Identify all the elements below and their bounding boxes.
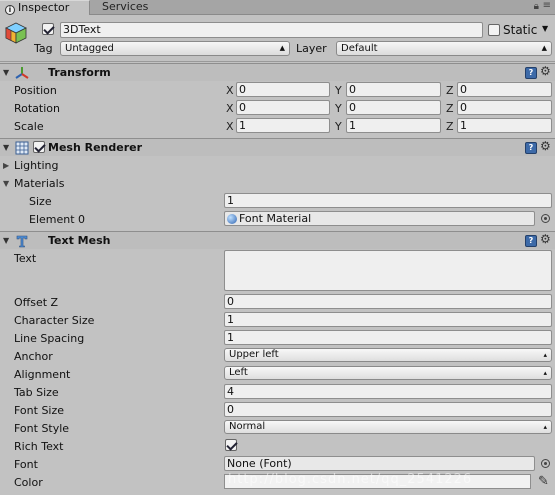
scale-z-field[interactable]: 1 [457, 118, 552, 133]
tag-label: Tag [34, 42, 53, 55]
tab-bar: i Inspector Services 🔒︎ ≡ [0, 0, 555, 15]
rotation-y-field[interactable]: 0 [346, 100, 441, 115]
help-icon[interactable]: ? [525, 142, 537, 154]
fold-arrow-icon[interactable]: ▼ [3, 236, 9, 245]
anchor-label: Anchor [14, 350, 53, 363]
chevron-down-icon: ▲ [279, 44, 285, 52]
mesh-renderer-icon [15, 141, 29, 155]
alignment-label: Alignment [14, 368, 71, 381]
lighting-foldout[interactable]: Lighting [14, 159, 58, 172]
character-size-field[interactable]: 1 [224, 312, 552, 327]
mesh-renderer-enabled-checkbox[interactable] [33, 141, 45, 153]
lock-icon[interactable]: 🔒︎ [534, 1, 539, 12]
layer-label: Layer [296, 42, 327, 55]
materials-size-field[interactable]: 1 [224, 193, 552, 208]
axis-x-label: X [226, 120, 234, 133]
collapse-arrow-icon[interactable]: ▼ [3, 179, 9, 188]
rich-text-checkbox[interactable] [225, 439, 237, 451]
anchor-dropdown[interactable]: Upper left ▴ [224, 348, 552, 362]
mesh-renderer-title: Mesh Renderer [48, 141, 143, 154]
tag-dropdown[interactable]: Untagged ▲ [60, 41, 290, 56]
text-mesh-icon [16, 235, 28, 248]
tab-inspector[interactable]: i Inspector [0, 0, 90, 15]
offset-z-label: Offset Z [14, 296, 59, 309]
eyedropper-icon[interactable]: ✎ [538, 474, 549, 489]
axis-z-label: Z [446, 102, 454, 115]
rotation-label: Rotation [14, 102, 61, 115]
gear-icon[interactable]: ⚙ [540, 64, 551, 78]
text-mesh-title: Text Mesh [48, 234, 111, 247]
axis-x-label: X [226, 102, 234, 115]
axis-z-label: Z [446, 120, 454, 133]
gameobject-name-input[interactable]: 3DText [60, 22, 483, 38]
font-label: Font [14, 458, 38, 471]
text-area[interactable] [224, 250, 552, 291]
color-label: Color [14, 476, 43, 489]
materials-size-label: Size [29, 195, 52, 208]
axis-x-label: X [226, 84, 234, 97]
gameobject-header: 3DText Static ▼ Tag Untagged ▲ Layer Defa… [0, 16, 555, 62]
transform-title: Transform [48, 66, 111, 79]
mesh-renderer-header[interactable]: ▼ Mesh Renderer ? ⚙ [0, 138, 555, 156]
axis-y-label: Y [335, 120, 342, 133]
line-spacing-label: Line Spacing [14, 332, 85, 345]
tab-size-label: Tab Size [14, 386, 59, 399]
static-label: Static [503, 23, 538, 37]
fold-arrow-icon[interactable]: ▼ [3, 68, 9, 77]
gameobject-cube-icon [5, 22, 27, 44]
info-icon: i [5, 5, 15, 15]
gear-icon[interactable]: ⚙ [540, 139, 551, 153]
line-spacing-field[interactable]: 1 [224, 330, 552, 345]
gear-icon[interactable]: ⚙ [540, 232, 551, 246]
fold-arrow-icon[interactable]: ▼ [3, 143, 9, 152]
scale-label: Scale [14, 120, 44, 133]
font-size-field[interactable]: 0 [224, 402, 552, 417]
text-mesh-header[interactable]: ▼ Text Mesh ? ⚙ [0, 231, 555, 249]
position-x-field[interactable]: 0 [236, 82, 330, 97]
font-style-dropdown[interactable]: Normal ▴ [224, 420, 552, 434]
transform-icon [15, 67, 29, 79]
object-picker-icon[interactable] [541, 214, 550, 223]
help-icon[interactable]: ? [525, 235, 537, 247]
active-checkbox[interactable] [42, 23, 54, 35]
element0-label: Element 0 [29, 213, 86, 226]
alignment-dropdown[interactable]: Left ▴ [224, 366, 552, 380]
position-y-field[interactable]: 0 [346, 82, 441, 97]
tab-services[interactable]: Services [97, 0, 156, 15]
offset-z-field[interactable]: 0 [224, 294, 552, 309]
font-style-label: Font Style [14, 422, 70, 435]
updown-arrow-icon: ▴ [543, 423, 547, 431]
material-icon [227, 214, 237, 224]
materials-foldout[interactable]: Materials [14, 177, 64, 190]
scale-y-field[interactable]: 1 [346, 118, 441, 133]
expand-arrow-icon[interactable]: ▶ [3, 161, 9, 170]
static-checkbox[interactable] [488, 24, 500, 36]
scale-x-field[interactable]: 1 [236, 118, 330, 133]
rotation-z-field[interactable]: 0 [457, 100, 552, 115]
chevron-down-icon: ▲ [541, 44, 547, 52]
rotation-x-field[interactable]: 0 [236, 100, 330, 115]
updown-arrow-icon: ▴ [543, 351, 547, 359]
tab-size-field[interactable]: 4 [224, 384, 552, 399]
layer-dropdown[interactable]: Default ▲ [336, 41, 552, 56]
text-label: Text [14, 252, 37, 265]
menu-icon[interactable]: ≡ [543, 0, 551, 11]
element0-object-field[interactable]: Font Material [224, 211, 535, 226]
font-object-field[interactable]: None (Font) [224, 456, 535, 471]
updown-arrow-icon: ▴ [543, 369, 547, 377]
axis-y-label: Y [335, 84, 342, 97]
object-picker-icon[interactable] [541, 459, 550, 468]
character-size-label: Character Size [14, 314, 95, 327]
axis-y-label: Y [335, 102, 342, 115]
color-field[interactable] [224, 474, 531, 489]
position-z-field[interactable]: 0 [457, 82, 552, 97]
transform-header[interactable]: ▼ Transform ? ⚙ [0, 63, 555, 81]
static-dropdown-arrow[interactable]: ▼ [542, 24, 548, 33]
help-icon[interactable]: ? [525, 67, 537, 79]
rich-text-label: Rich Text [14, 440, 64, 453]
axis-z-label: Z [446, 84, 454, 97]
position-label: Position [14, 84, 57, 97]
font-size-label: Font Size [14, 404, 65, 417]
